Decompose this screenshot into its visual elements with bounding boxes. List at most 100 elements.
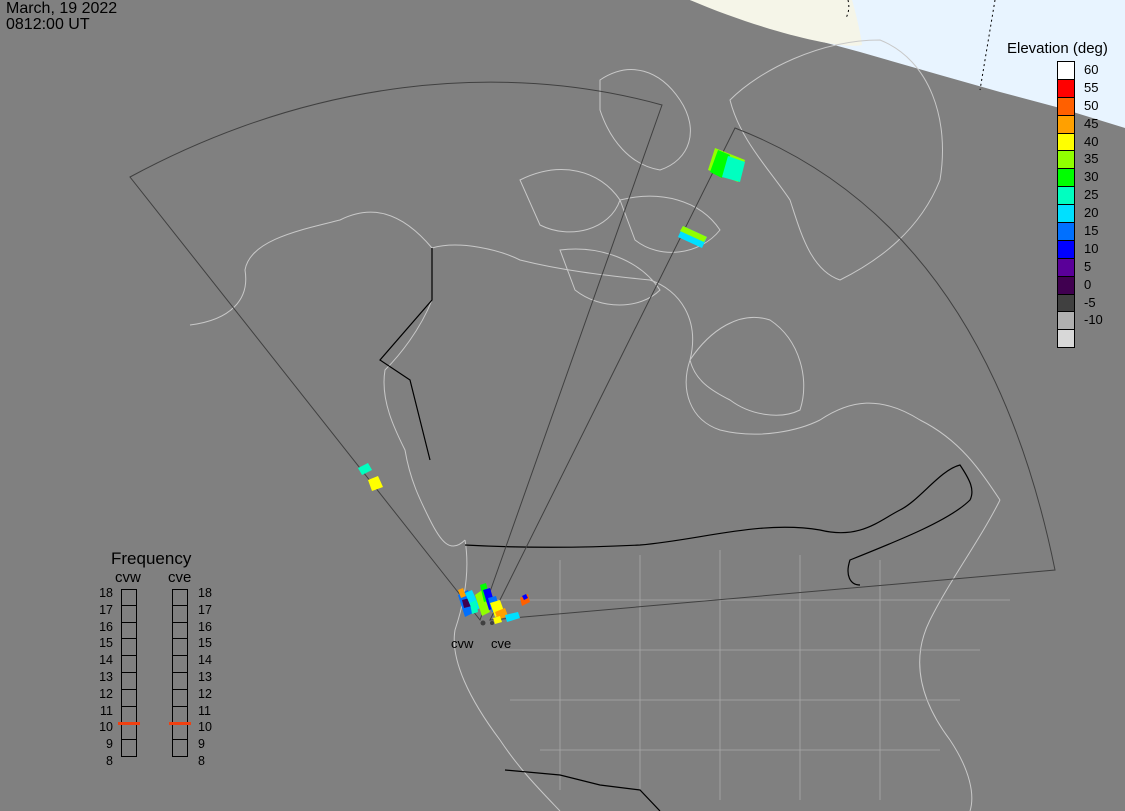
freq-bar-cell [121, 589, 137, 606]
arctic-islands [519, 69, 721, 306]
alaska-canada-border [379, 248, 433, 461]
elevation-swatch: 35 [1057, 151, 1098, 170]
elevation-tick-label: 25 [1084, 187, 1099, 203]
freq-tick-label: 14 [198, 653, 212, 668]
freq-bar-cell [172, 622, 188, 640]
map-canvas [129, 0, 1125, 811]
site-label-cvw: cvw [451, 636, 474, 651]
elevation-swatch: 45 [1057, 115, 1098, 134]
elevation-swatch: 50 [1057, 97, 1098, 116]
freq-tick-label: 9 [106, 737, 113, 752]
elevation-tick-label: 40 [1084, 133, 1099, 149]
elevation-tick-label: 20 [1084, 205, 1099, 221]
freq-bar-cell [172, 689, 188, 707]
freq-bar-cell [172, 589, 188, 606]
elevation-tick-label: 50 [1084, 97, 1099, 113]
freq-tick-label: 13 [99, 669, 113, 684]
freq-marker-cvw [118, 721, 140, 725]
us-east-coast [919, 499, 1001, 811]
fov-cvw [129, 81, 663, 622]
elevation-tick-label: 55 [1084, 79, 1099, 95]
elevation-tick-label: 60 [1084, 62, 1099, 77]
freq-tick-label: 12 [99, 686, 113, 701]
elevation-swatch: 40 [1057, 133, 1098, 152]
site-label-cve: cve [491, 636, 512, 651]
freq-tick-label: 17 [99, 602, 113, 617]
freq-bar-cell [172, 656, 188, 673]
freq-tick-label: 9 [198, 737, 205, 752]
freq-bar-cell [121, 740, 137, 757]
freq-tick-label: 11 [198, 703, 211, 718]
freq-tick-label: 10 [198, 720, 212, 735]
elevation-tick-label: 30 [1084, 169, 1099, 185]
freq-tick-label: 17 [198, 602, 212, 617]
elevation-swatch: 25 [1057, 187, 1098, 206]
freq-bar-cell [172, 740, 188, 757]
freq-tick-label: 15 [99, 636, 113, 651]
freq-bar-cvw [121, 589, 137, 757]
freq-column-label-cvw: cvw [115, 569, 141, 586]
ice-edge [690, 0, 862, 46]
freq-tick-label: 11 [100, 703, 113, 718]
alaska-outline [189, 211, 466, 547]
freq-bar-cell [172, 639, 188, 657]
frequency-legend-title: Frequency [111, 549, 192, 568]
freq-bar-cve [172, 589, 188, 757]
freq-bar-cell [121, 706, 137, 724]
freq-bar-cell [172, 672, 188, 690]
freq-column-label-cve: cve [168, 569, 192, 586]
freq-bar-cell [121, 723, 137, 741]
freq-tick-label: 8 [198, 753, 205, 768]
elevation-legend-title: Elevation (deg) [1007, 40, 1108, 57]
elevation-tick-label: 0 [1084, 276, 1092, 292]
freq-tick-label: 10 [99, 720, 113, 735]
elevation-tick-label: 15 [1084, 223, 1099, 239]
time-label: 0812:00 UT [6, 16, 90, 33]
freq-bar-cell [121, 605, 137, 623]
hudson-bay [689, 316, 805, 416]
us-states-grid [480, 550, 1010, 800]
canada-north-coast [431, 244, 1001, 501]
fov-cve [489, 127, 1056, 621]
elevation-tick-label: 10 [1084, 240, 1099, 256]
elevation-swatch [1057, 330, 1075, 349]
freq-tick-label: 18 [99, 586, 113, 600]
freq-bar-cell [121, 656, 137, 673]
elevation-swatch: 55 [1057, 79, 1098, 98]
freq-bar-cell [121, 622, 137, 640]
freq-ticks-right: 18 17 16 15 14 13 12 11 10 9 8 [198, 585, 212, 770]
freq-ticks-left: 18 17 16 15 14 13 12 11 10 9 8 [89, 585, 113, 770]
freq-bar-cell [172, 706, 188, 724]
elevation-tick-label: 35 [1084, 151, 1099, 167]
freq-tick-label: 13 [198, 669, 212, 684]
elevation-swatch: 5 [1057, 258, 1091, 277]
freq-tick-label: 14 [99, 653, 113, 668]
freq-tick-label: 15 [198, 636, 212, 651]
greenland-outline [729, 39, 943, 281]
elevation-tick-label: -5 [1084, 294, 1096, 310]
freq-tick-label: 8 [106, 753, 113, 768]
freq-tick-label: 12 [198, 686, 212, 701]
elevation-swatch: -5 [1057, 294, 1096, 313]
freq-tick-label: 18 [198, 586, 212, 600]
site-marker-cvw [480, 620, 486, 626]
elevation-swatch: 20 [1057, 205, 1098, 224]
site-marker-cve [490, 621, 494, 625]
freq-bar-cell [121, 689, 137, 707]
date-label: March, 19 2022 [6, 0, 118, 17]
elevation-color-scale: 60 55 50 45 40 35 30 25 20 15 10 5 0 -5 -10 [1057, 61, 1103, 349]
freq-marker-cve [169, 721, 191, 725]
elevation-swatch: 10 [1057, 240, 1098, 259]
elevation-tick-label: -10 [1084, 312, 1103, 328]
freq-tick-label: 16 [198, 619, 212, 634]
freq-tick-label: 16 [99, 619, 113, 634]
freq-bar-cell [172, 723, 188, 741]
elevation-swatch: 60 [1057, 61, 1098, 80]
freq-bar-cell [121, 639, 137, 657]
freq-bar-cell [172, 605, 188, 623]
echo-patches [358, 148, 745, 624]
elevation-swatch: -10 [1057, 312, 1103, 331]
elevation-tick-label: 45 [1084, 115, 1099, 131]
elevation-swatch: 30 [1057, 169, 1098, 188]
elevation-swatch: 0 [1057, 276, 1091, 295]
